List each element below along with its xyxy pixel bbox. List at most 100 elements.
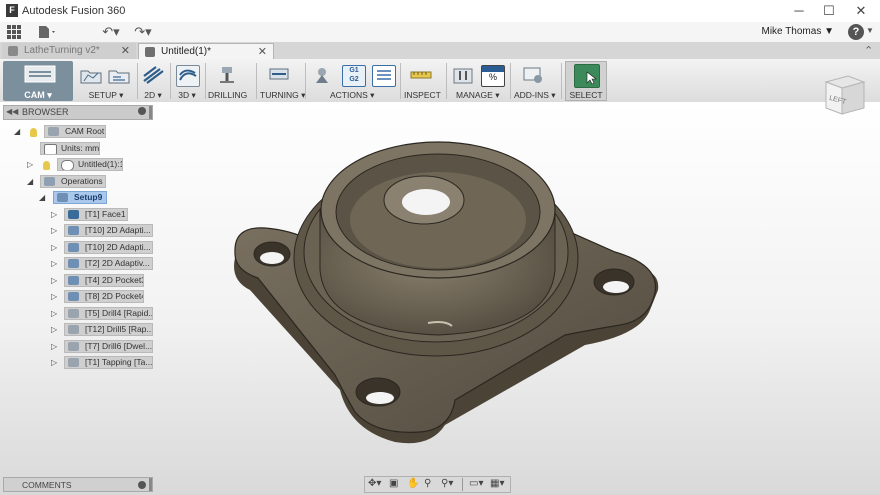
tab-overflow-icon[interactable]: ⌃ xyxy=(864,44,873,57)
expand-toggle-icon[interactable]: ▷ xyxy=(51,276,57,285)
inspect-group-label[interactable]: INSPECT xyxy=(404,90,441,100)
tree-node-setup9[interactable]: Setup9 xyxy=(53,191,107,204)
expand-toggle-icon[interactable]: ▷ xyxy=(51,325,57,334)
tree-node-label: [T5] Drill4 [Rapid... xyxy=(85,308,153,318)
help-dropdown-icon[interactable]: ▼ xyxy=(866,26,874,35)
template-library-icon[interactable]: % xyxy=(481,65,505,87)
navigation-bar xyxy=(364,476,511,493)
zoom-window-icon[interactable]: ⚲▾ xyxy=(441,478,453,489)
expand-toggle-icon[interactable]: ▷ xyxy=(51,309,57,318)
new-setup-icon[interactable] xyxy=(108,65,130,85)
help-icon[interactable]: ? xyxy=(848,24,864,40)
ribbon-separator xyxy=(561,63,562,99)
tree-node-operation[interactable]: [T5] Drill4 [Rapid... xyxy=(64,307,153,320)
2d-group-label[interactable]: 2D ▾ xyxy=(140,90,166,101)
drill-operation-icon xyxy=(68,309,79,318)
adaptive-operation-icon xyxy=(68,226,79,235)
tree-node-operation[interactable]: [T1] Tapping [Ta... xyxy=(64,356,153,369)
expand-toggle-icon[interactable]: ◢ xyxy=(14,127,20,136)
tree-node-operations[interactable]: Operations xyxy=(40,175,106,188)
cam-part-model[interactable] xyxy=(220,130,670,450)
expand-toggle-icon[interactable]: ▷ xyxy=(51,259,57,268)
collapse-panel-icon[interactable]: ◀◀ xyxy=(6,107,18,116)
ribbon-separator xyxy=(137,63,138,99)
close-tab-icon[interactable]: ✕ xyxy=(121,43,130,59)
tree-node-label: Units: mm xyxy=(61,143,100,153)
tree-node-cam-root[interactable]: CAM Root xyxy=(44,125,106,138)
ribbon-separator xyxy=(446,63,447,99)
pin-panel-icon[interactable] xyxy=(138,107,146,115)
drill-icon[interactable] xyxy=(216,65,238,85)
tree-node-operation[interactable]: [T1] Face1 xyxy=(64,208,128,221)
comments-title: COMMENTS xyxy=(22,480,72,490)
expand-toggle-icon[interactable]: ▷ xyxy=(51,292,57,301)
scripts-addins-icon[interactable] xyxy=(522,65,544,85)
expand-toggle-icon[interactable]: ▷ xyxy=(51,226,57,235)
workspace-label: CAM ▾ xyxy=(24,90,52,100)
setup-sheet-icon[interactable] xyxy=(372,65,396,87)
visibility-bulb-icon[interactable] xyxy=(30,128,37,137)
tree-node-label: Setup9 xyxy=(74,192,103,202)
add-comment-icon[interactable] xyxy=(138,481,146,489)
panel-resize-handle[interactable] xyxy=(149,478,152,491)
user-account-menu[interactable]: Mike Thomas ▼ xyxy=(761,26,834,37)
zoom-icon[interactable]: ⚲ xyxy=(424,478,431,489)
expand-toggle-icon[interactable]: ▷ xyxy=(51,243,57,252)
actions-group-label[interactable]: ACTIONS ▾ xyxy=(330,90,374,101)
manage-group-label[interactable]: MANAGE ▾ xyxy=(456,90,499,101)
tree-node-operation[interactable]: [T7] Drill6 [Dwel... xyxy=(64,340,153,353)
tree-node-units[interactable]: Units: mm xyxy=(40,142,100,155)
expand-toggle-icon[interactable]: ▷ xyxy=(51,210,57,219)
expand-toggle-icon[interactable]: ◢ xyxy=(27,177,33,186)
grid-snaps-icon[interactable]: ▦▾ xyxy=(490,478,504,489)
expand-toggle-icon[interactable]: ▷ xyxy=(51,358,57,367)
select-group-label[interactable]: SELECT xyxy=(565,90,607,100)
tree-node-operation[interactable]: [T4] 2D Pocket3 xyxy=(64,274,144,287)
tree-node-operation[interactable]: [T10] 2D Adapti... xyxy=(64,241,153,254)
panel-resize-handle[interactable] xyxy=(149,106,152,119)
minimize-icon[interactable]: ─ xyxy=(790,2,808,20)
turning-icon[interactable] xyxy=(268,65,290,85)
tree-node-operation[interactable]: [T12] Drill5 [Rap... xyxy=(64,323,153,336)
orbit-icon[interactable]: ✥▾ xyxy=(368,478,381,489)
measure-icon[interactable] xyxy=(410,65,432,85)
ribbon-separator xyxy=(305,63,306,99)
tree-node-label: [T4] 2D Pocket3 xyxy=(85,275,144,285)
close-icon[interactable]: ✕ xyxy=(852,2,870,20)
simulate-icon[interactable] xyxy=(311,65,333,85)
maximize-icon[interactable]: ☐ xyxy=(820,2,838,20)
3d-group-label[interactable]: 3D ▾ xyxy=(174,90,200,101)
ribbon-separator xyxy=(256,63,257,99)
expand-toggle-icon[interactable]: ▷ xyxy=(51,342,57,351)
redo-icon[interactable]: ↷▾ xyxy=(130,23,156,41)
display-settings-icon[interactable]: ▭▾ xyxy=(469,478,483,489)
tab-lathe-turning[interactable]: LatheTurning v2* ✕ xyxy=(2,43,136,59)
data-panel-grid-icon[interactable] xyxy=(5,23,23,41)
operations-folder-icon xyxy=(44,177,55,186)
viewcube[interactable]: LEFT xyxy=(820,70,868,118)
3d-adaptive-icon[interactable] xyxy=(176,65,200,87)
drilling-group-label[interactable]: DRILLING xyxy=(208,90,247,100)
setup-folder-icon[interactable] xyxy=(80,65,102,85)
file-menu-icon[interactable] xyxy=(36,23,58,41)
tool-library-icon[interactable] xyxy=(452,65,474,85)
turning-group-label[interactable]: TURNING ▾ xyxy=(260,90,305,101)
expand-toggle-icon[interactable]: ▷ xyxy=(27,160,33,169)
pan-hand-icon[interactable]: ✋ xyxy=(407,478,419,489)
tree-node-operation[interactable]: [T2] 2D Adaptiv... xyxy=(64,257,153,270)
look-at-icon[interactable]: ▣ xyxy=(389,478,398,489)
add-ins-group-label[interactable]: ADD-INS ▾ xyxy=(514,90,556,101)
expand-toggle-icon[interactable]: ◢ xyxy=(39,193,45,202)
undo-icon[interactable]: ↶▾ xyxy=(98,23,124,41)
tree-node-operation[interactable]: [T8] 2D Pocket4 xyxy=(64,290,144,303)
tree-node-component[interactable]: Untitled(1):1 xyxy=(57,158,123,171)
setup-group-label[interactable]: SETUP ▾ xyxy=(86,90,126,101)
tab-untitled[interactable]: Untitled(1)* ✕ xyxy=(138,43,274,59)
2d-adaptive-icon[interactable] xyxy=(142,65,164,85)
visibility-bulb-icon[interactable] xyxy=(43,161,50,170)
post-process-icon[interactable]: G1 G2 xyxy=(342,65,366,87)
tab-label: Untitled(1)* xyxy=(161,46,212,57)
tapping-operation-icon xyxy=(68,358,79,367)
tree-node-operation[interactable]: [T10] 2D Adapti... xyxy=(64,224,153,237)
close-tab-icon[interactable]: ✕ xyxy=(258,44,267,60)
